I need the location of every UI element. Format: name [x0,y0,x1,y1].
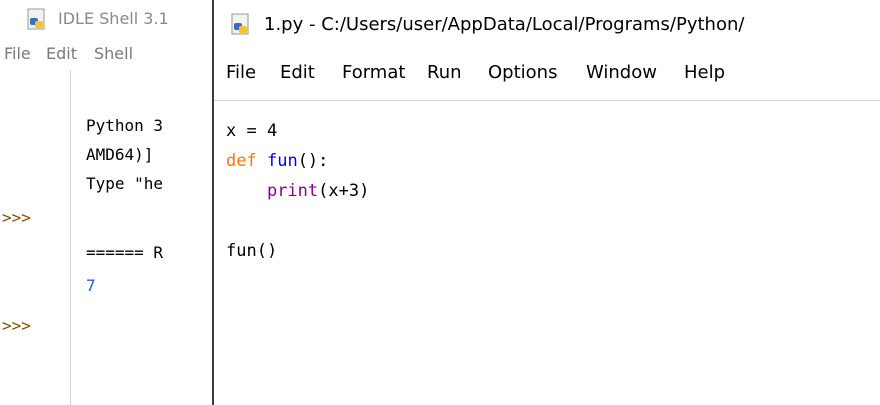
shell-program-output: 7 [86,276,96,295]
code-editor[interactable]: x = 4def fun(): print(x+3)​fun() [226,116,369,266]
shell-restart-line: ====== R [86,243,164,262]
shell-menu-file[interactable]: File [4,44,31,63]
editor-window-title: 1.py - C:/Users/user/AppData/Local/Progr… [264,14,745,35]
keyword-def: def [226,151,257,171]
menu-run[interactable]: Run [427,62,462,83]
builtin-print: print [266,181,319,201]
code-line-5: fun() [226,236,369,266]
shell-menu-shell[interactable]: Shell [94,44,133,63]
shell-prompt: >>> [2,316,31,335]
python-file-icon [27,8,45,30]
shell-output-line: AMD64)] [86,145,154,164]
code-line-1: x = 4 [226,116,369,146]
code-line-4: ​ [226,206,369,236]
menu-edit[interactable]: Edit [280,62,315,83]
code-text: (x+3) [318,181,370,201]
code-line-2: def fun(): [226,146,369,176]
editor-window: 1.py - C:/Users/user/AppData/Local/Progr… [212,0,880,405]
menu-help[interactable]: Help [684,62,725,83]
menu-options[interactable]: Options [488,62,557,83]
editor-menubar: File Edit Format Run Options Window Help [214,48,880,101]
shell-output-line: Type "he [86,174,164,193]
code-text: x = 4 [226,121,278,141]
shell-prompt-gutter [70,70,71,405]
shell-output-line: Python 3 [86,116,164,135]
python-file-icon [231,13,249,35]
function-name: fun [266,151,298,171]
editor-titlebar[interactable]: 1.py - C:/Users/user/AppData/Local/Progr… [214,0,880,48]
shell-window-title: IDLE Shell 3.1 [58,9,169,28]
code-text: fun() [226,241,278,261]
menu-format[interactable]: Format [342,62,405,83]
shell-menu-edit[interactable]: Edit [46,44,77,63]
shell-prompt: >>> [2,208,31,227]
code-text: (): [297,151,329,171]
menu-file[interactable]: File [226,62,256,83]
menu-window[interactable]: Window [586,62,657,83]
code-line-3: print(x+3) [226,176,369,206]
